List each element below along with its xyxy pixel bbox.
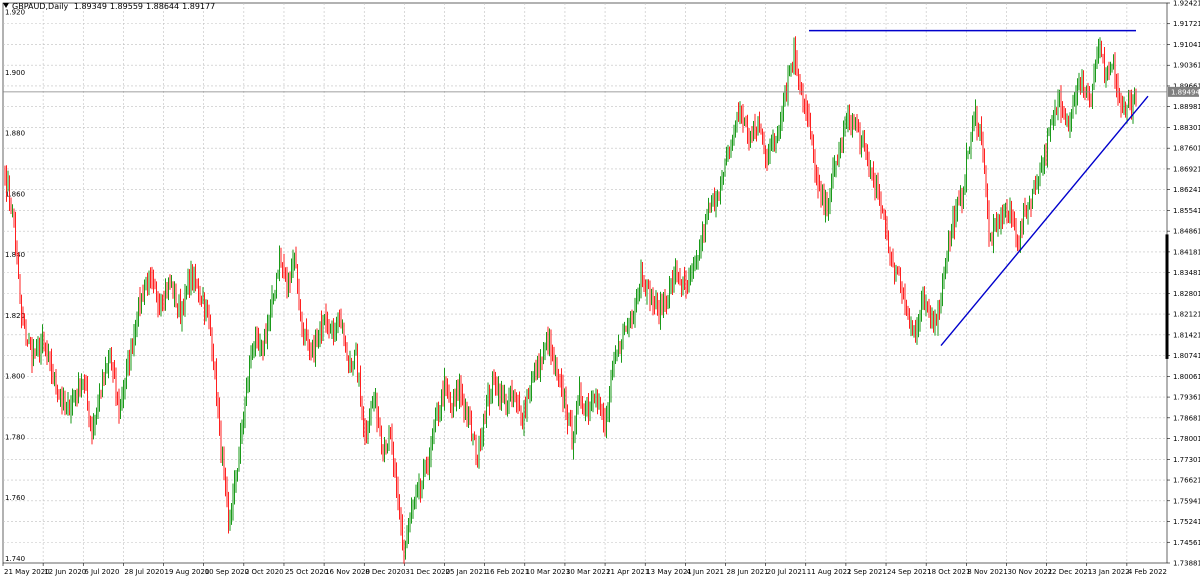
- x-tick-label: 4 Feb 2022: [1128, 568, 1167, 576]
- x-tick-label: 13 Jan 2022: [1088, 568, 1130, 576]
- x-tick-label: 25 Oct 2020: [285, 568, 328, 576]
- x-tick-label: 24 Sep 2021: [887, 568, 931, 576]
- x-tick-label: 10 Sep 2020: [205, 568, 249, 576]
- y-tick-label: 1.73881: [1173, 560, 1200, 568]
- gbpaud-daily-chart[interactable]: 1.92421 1.91721 1.91041 1.90361 1.89661 1.889…: [0, 0, 1200, 578]
- y-tick-label: 1.88981: [1173, 103, 1200, 111]
- y-tick-label: 1.79361: [1173, 394, 1200, 402]
- ohlc-high: 1.89559: [109, 2, 144, 11]
- x-tick-label: 16 Feb 2021: [486, 568, 530, 576]
- y-tick-label: 1.75241: [1173, 518, 1200, 526]
- y-tick-label: 1.80741: [1173, 352, 1200, 360]
- x-tick-label: 20 Jul 2021: [767, 568, 807, 576]
- x-tick-label: 28 Jun 2021: [726, 568, 768, 576]
- x-tick-label: 10 Mar 2021: [526, 568, 570, 576]
- x-tick-label: 13 May 2021: [646, 568, 692, 576]
- y-tick-label: 1.86921: [1173, 165, 1200, 173]
- x-tick-label: 16 Nov 2020: [325, 568, 370, 576]
- y-tick-label: 1.83481: [1173, 269, 1200, 277]
- ohlc-close: 1.89177: [182, 2, 216, 11]
- ohlc-low: 1.88644: [146, 2, 180, 11]
- x-tick-label: 8 Dec 2020: [365, 568, 405, 576]
- x-tick-label: 11 Aug 2021: [807, 568, 852, 576]
- bid-price-value: 1.89494: [1171, 88, 1200, 96]
- x-tick-label: 6 Jul 2020: [84, 568, 119, 576]
- x-tick-label: 30 Nov 2021: [1007, 568, 1052, 576]
- y-tick-label: 1.78681: [1173, 414, 1200, 422]
- y-tick-label: 1.75941: [1173, 497, 1200, 505]
- x-tick-label: 12 Jun 2020: [44, 568, 86, 576]
- y-tick-label: 1.78001: [1173, 435, 1200, 443]
- chart-menu-triangle-icon[interactable]: [3, 3, 9, 8]
- x-tick-label: 21 Apr 2021: [606, 568, 649, 576]
- price-chart-canvas[interactable]: 1.924211.917211.910411.903611.896611.889…: [0, 0, 1200, 578]
- x-tick-label: 4 Jun 2021: [686, 568, 724, 576]
- y-tick-label: 1.81421: [1173, 331, 1200, 339]
- y-tick-label: 1.85541: [1173, 207, 1200, 215]
- x-tick-label: 19 Aug 2020: [165, 568, 210, 576]
- y-tick-label: 1.82801: [1173, 290, 1200, 298]
- y-tick-label: 1.87601: [1173, 145, 1200, 153]
- left-price-label: 1.780: [5, 433, 25, 441]
- left-price-label: 1.740: [5, 555, 25, 563]
- left-price-label: 1.900: [5, 69, 25, 77]
- y-tick-label: 1.91721: [1173, 20, 1200, 28]
- y-tick-label: 1.84181: [1173, 248, 1200, 256]
- y-tick-label: 1.76621: [1173, 477, 1200, 485]
- scale-marker: [1165, 234, 1169, 359]
- symbol-timeframe: GBPAUD,Daily: [12, 2, 69, 11]
- y-tick-label: 1.90361: [1173, 62, 1200, 70]
- left-price-label: 1.820: [5, 312, 25, 320]
- y-tick-label: 1.91041: [1173, 41, 1200, 49]
- x-tick-label: 18 Oct 2021: [927, 568, 970, 576]
- y-tick-label: 1.82121: [1173, 311, 1200, 319]
- x-tick-label: 28 Jul 2020: [124, 568, 164, 576]
- x-tick-label: 2 Sep 2021: [847, 568, 887, 576]
- left-price-label: 1.760: [5, 494, 25, 502]
- y-tick-label: 1.86241: [1173, 186, 1200, 194]
- x-tick-label: 22 Dec 2021: [1048, 568, 1093, 576]
- ohlc-open: 1.89349: [73, 2, 107, 11]
- y-tick-label: 1.80061: [1173, 373, 1200, 381]
- y-tick-label: 1.88301: [1173, 124, 1200, 132]
- x-tick-label: 25 Jan 2021: [446, 568, 488, 576]
- x-tick-label: 8 Nov 2021: [967, 568, 1007, 576]
- x-tick-label: 21 May 2020: [4, 568, 50, 576]
- chart-header: GBPAUD,Daily 1.89349 1.89559 1.88644 1.8917…: [3, 2, 218, 11]
- x-tick-label: 2 Oct 2020: [245, 568, 284, 576]
- y-tick-label: 1.92421: [1173, 0, 1200, 8]
- left-price-label: 1.860: [5, 190, 25, 198]
- left-price-label: 1.880: [5, 130, 25, 138]
- y-tick-label: 1.84861: [1173, 228, 1200, 236]
- y-tick-label: 1.77301: [1173, 456, 1200, 464]
- left-price-label: 1.800: [5, 373, 25, 381]
- x-tick-label: 30 Mar 2021: [566, 568, 610, 576]
- x-tick-label: 31 Dec 2020: [405, 568, 450, 576]
- y-tick-label: 1.74561: [1173, 539, 1200, 547]
